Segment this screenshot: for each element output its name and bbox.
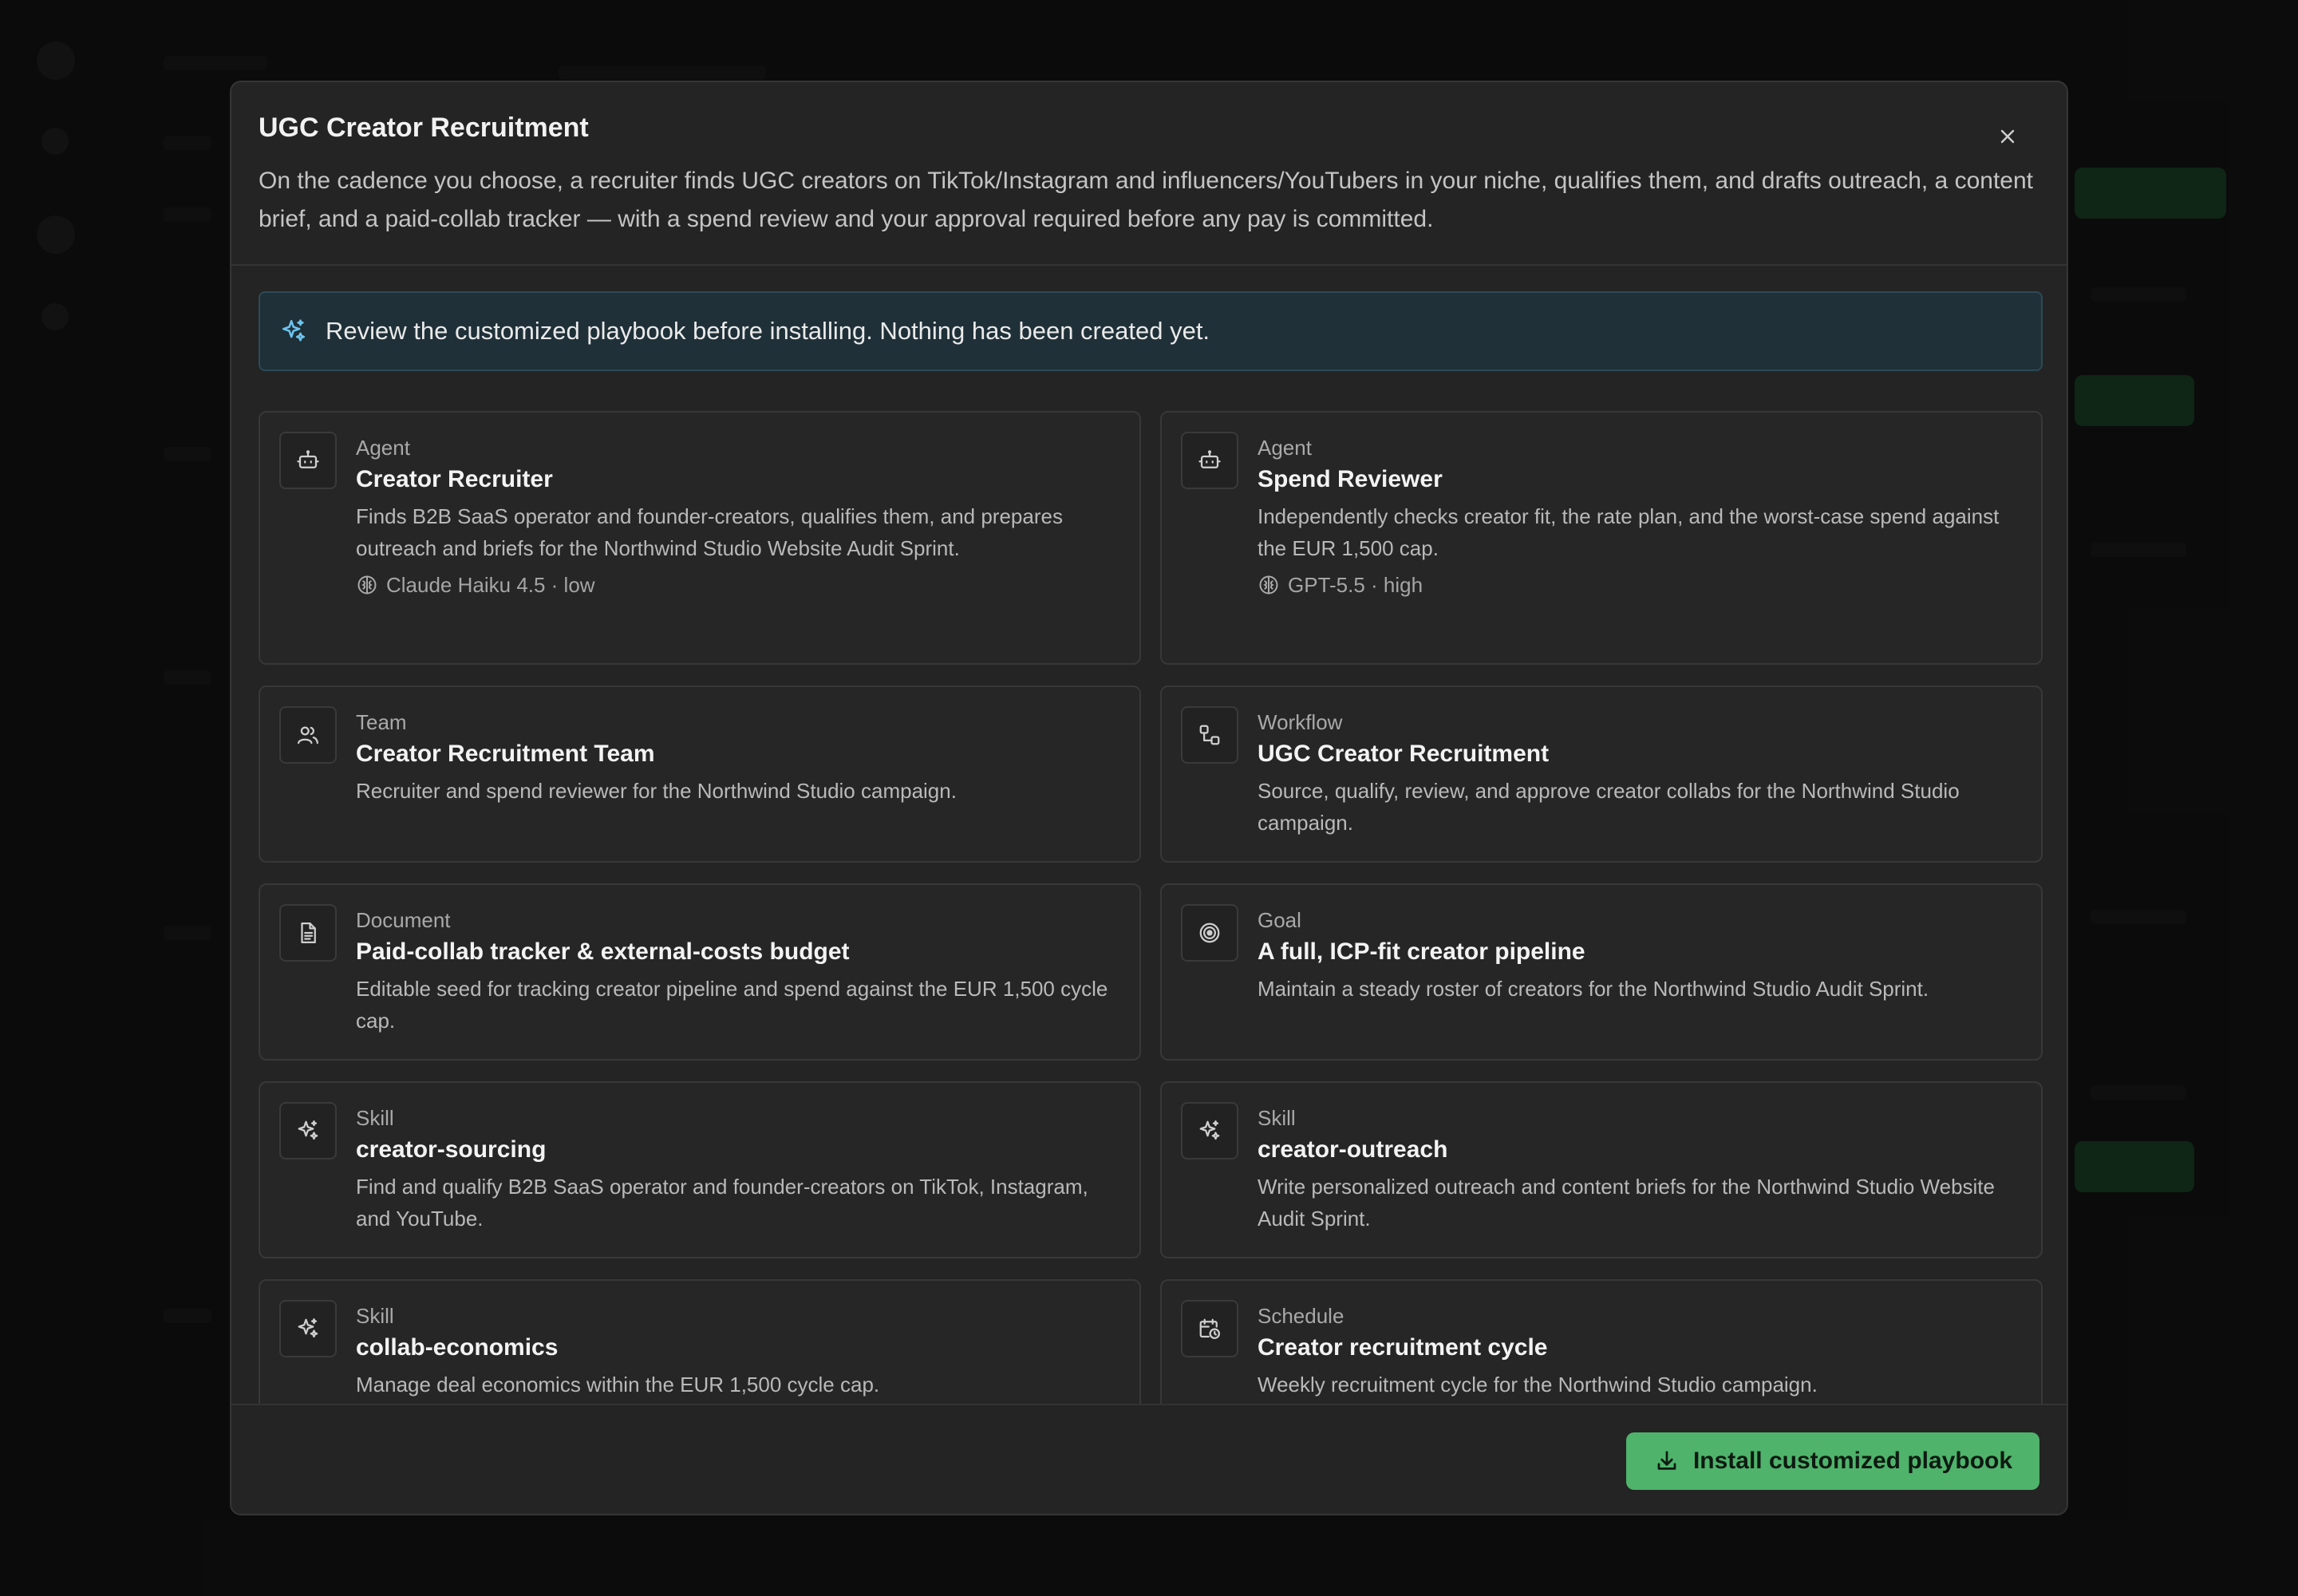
item-type: Schedule [1258,1304,1344,1328]
review-notice: Review the customized playbook before in… [259,291,2043,371]
dialog-header: UGC Creator Recruitment On the cadence y… [231,82,2067,266]
item-description: Find and qualify B2B SaaS operator and f… [356,1175,1088,1231]
item-type: Skill [356,1304,394,1328]
install-playbook-label: Install customized playbook [1692,1448,2013,1474]
item-title: UGC Creator Recruitment [1258,741,1550,767]
users-icon [279,706,337,764]
item-title: Spend Reviewer [1258,466,1443,492]
item-type: Skill [1258,1106,1296,1130]
brain-icon [357,575,377,595]
item-title: Creator Recruiter [356,466,553,492]
sparkles-icon [278,315,310,347]
item-title: A full, ICP-fit creator pipeline [1258,938,1585,965]
item-model: GPT-5.5 · high [1258,569,2020,601]
dialog-footer: Install customized playbook [231,1404,2067,1514]
playbook-item-agent-creator-recruiter[interactable]: Agent Creator Recruiter Finds B2B SaaS o… [259,411,1141,665]
item-title: Creator recruitment cycle [1258,1334,1548,1361]
item-title: creator-outreach [1258,1136,1448,1163]
item-description: Editable seed for tracking creator pipel… [356,977,1108,1033]
item-description: Independently checks creator fit, the ra… [1258,504,2000,560]
playbook-items-list[interactable]: Agent Creator Recruiter Finds B2B SaaS o… [259,411,2043,1484]
item-type: Skill [356,1106,394,1130]
robot-icon [1181,432,1238,489]
item-description: Write personalized outreach and content … [1258,1175,1995,1231]
sparkles-icon [279,1102,337,1159]
item-title: creator-sourcing [356,1136,547,1163]
document-icon [279,904,337,962]
playbook-item-skill-creator-outreach[interactable]: Skill creator-outreach Write personalize… [1160,1081,2043,1258]
playbook-item-skill-creator-sourcing[interactable]: Skill creator-sourcing Find and qualify … [259,1081,1141,1258]
item-type: Agent [356,436,410,460]
download-icon [1653,1448,1680,1475]
item-type: Team [356,710,407,734]
item-type: Agent [1258,436,1312,460]
playbook-item-goal[interactable]: Goal A full, ICP-fit creator pipeline Ma… [1160,883,2043,1061]
item-type: Goal [1258,908,1301,932]
sparkles-icon [279,1300,337,1357]
item-title: Creator Recruitment Team [356,741,655,767]
playbook-item-workflow[interactable]: Workflow UGC Creator Recruitment Source,… [1160,685,2043,863]
review-notice-text: Review the customized playbook before in… [326,317,1210,345]
workflow-icon [1181,706,1238,764]
item-type: Workflow [1258,710,1343,734]
item-description: Source, qualify, review, and approve cre… [1258,779,1960,835]
dialog-title: UGC Creator Recruitment [259,113,589,143]
playbook-item-agent-spend-reviewer[interactable]: Agent Spend Reviewer Independently check… [1160,411,2043,665]
calendar-clock-icon [1181,1300,1238,1357]
install-playbook-button[interactable]: Install customized playbook [1626,1432,2039,1490]
playbook-item-team[interactable]: Team Creator Recruitment Team Recruiter … [259,685,1141,863]
item-title: Paid-collab tracker & external-costs bud… [356,938,850,965]
target-icon [1181,904,1238,962]
item-description: Maintain a steady roster of creators for… [1258,977,1929,1001]
item-description: Weekly recruitment cycle for the Northwi… [1258,1373,1818,1396]
item-description: Manage deal economics within the EUR 1,5… [356,1373,880,1396]
close-button[interactable] [1987,116,2028,157]
close-icon [2000,129,2015,144]
playbook-item-document[interactable]: Document Paid-collab tracker & external-… [259,883,1141,1061]
item-description: Finds B2B SaaS operator and founder-crea… [356,504,1063,560]
item-type: Document [356,908,451,932]
sparkles-icon [1181,1102,1238,1159]
robot-icon [279,432,337,489]
brain-icon [1259,575,1278,595]
playbook-install-dialog: UGC Creator Recruitment On the cadence y… [230,81,2068,1515]
dialog-description: On the cadence you choose, a recruiter f… [259,168,2033,232]
item-title: collab-economics [356,1334,559,1361]
item-model-label: Claude Haiku 4.5 · low [386,573,595,597]
item-model: Claude Haiku 4.5 · low [356,569,1119,601]
item-description: Recruiter and spend reviewer for the Nor… [356,779,957,803]
item-model-label: GPT-5.5 · high [1288,573,1423,597]
